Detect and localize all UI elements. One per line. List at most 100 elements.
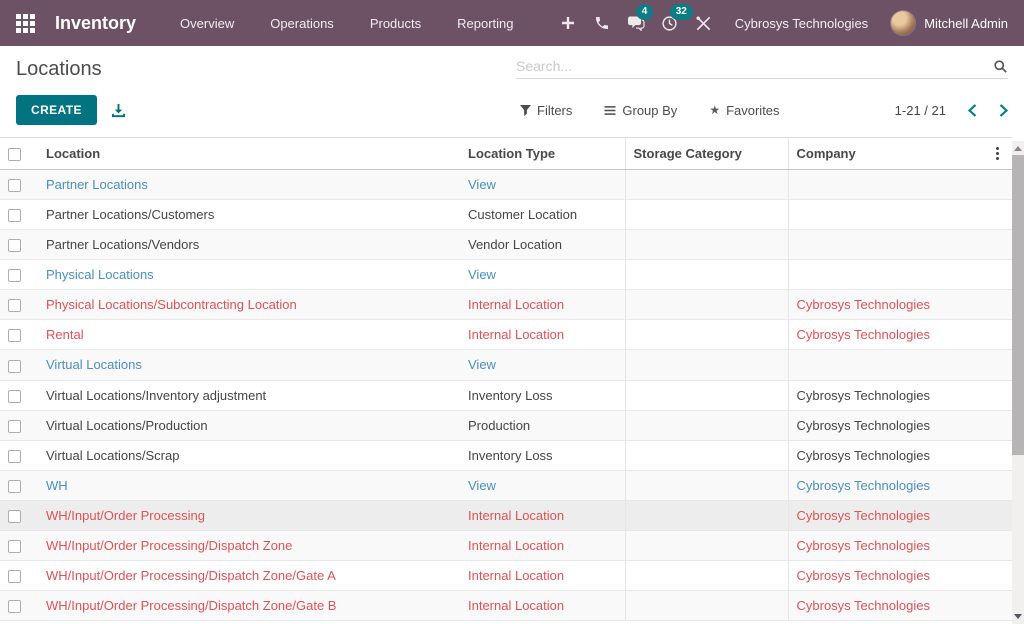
row-checkbox[interactable] bbox=[8, 480, 21, 493]
location-type-cell[interactable]: Inventory Loss bbox=[460, 380, 625, 410]
location-type-cell[interactable]: Internal Location bbox=[460, 290, 625, 320]
storage-category-cell[interactable] bbox=[625, 350, 788, 380]
export-download-icon[interactable] bbox=[111, 103, 126, 118]
table-row[interactable]: Physical Locations/Subcontracting Locati… bbox=[0, 290, 1012, 320]
company-cell[interactable]: Cybrosys Technologies bbox=[788, 530, 982, 560]
location-cell[interactable]: WH/Input/Order Processing/Dispatch Zone/… bbox=[38, 560, 460, 590]
filters-button[interactable]: Filters bbox=[520, 103, 572, 118]
company-cell[interactable] bbox=[788, 230, 982, 260]
table-row[interactable]: Physical Locations View bbox=[0, 260, 1012, 290]
row-checkbox[interactable] bbox=[8, 329, 21, 342]
table-row[interactable]: WH/Input/Order Processing Internal Locat… bbox=[0, 500, 1012, 530]
company-cell[interactable]: Cybrosys Technologies bbox=[788, 560, 982, 590]
location-type-cell[interactable]: View bbox=[460, 170, 625, 200]
row-checkbox[interactable] bbox=[8, 450, 21, 463]
location-cell[interactable]: Rental bbox=[38, 320, 460, 350]
select-all-checkbox[interactable] bbox=[8, 148, 21, 161]
table-row[interactable]: Partner Locations/Vendors Vendor Locatio… bbox=[0, 230, 1012, 260]
storage-category-cell[interactable] bbox=[625, 320, 788, 350]
storage-category-cell[interactable] bbox=[625, 290, 788, 320]
location-type-cell[interactable]: Internal Location bbox=[460, 320, 625, 350]
storage-category-cell[interactable] bbox=[625, 230, 788, 260]
table-row[interactable]: Rental Internal Location Cybrosys Techno… bbox=[0, 320, 1012, 350]
scrollbar-thumb[interactable] bbox=[1012, 155, 1024, 455]
storage-category-cell[interactable] bbox=[625, 170, 788, 200]
company-cell[interactable]: Cybrosys Technologies bbox=[788, 320, 982, 350]
table-row[interactable]: WH/Input/Order Processing/Dispatch Zone/… bbox=[0, 560, 1012, 590]
location-cell[interactable]: Partner Locations/Customers bbox=[38, 200, 460, 230]
search-icon[interactable] bbox=[993, 59, 1008, 74]
location-cell[interactable]: WH/Input/Order Processing/Dispatch Zone/… bbox=[38, 590, 460, 620]
row-checkbox[interactable] bbox=[8, 179, 21, 192]
plus-icon[interactable] bbox=[551, 8, 585, 38]
row-checkbox[interactable] bbox=[8, 239, 21, 252]
search-input[interactable] bbox=[516, 58, 993, 74]
location-type-cell[interactable]: Internal Location bbox=[460, 530, 625, 560]
optional-columns-icon[interactable] bbox=[990, 146, 1004, 161]
vertical-scrollbar[interactable] bbox=[1012, 141, 1024, 624]
group-by-button[interactable]: Group By bbox=[604, 103, 677, 118]
menu-operations[interactable]: Operations bbox=[252, 0, 352, 46]
location-cell[interactable]: Virtual Locations/Production bbox=[38, 410, 460, 440]
header-location[interactable]: Location bbox=[38, 138, 460, 170]
company-cell[interactable]: Cybrosys Technologies bbox=[788, 440, 982, 470]
company-cell[interactable] bbox=[788, 200, 982, 230]
location-type-cell[interactable]: Internal Location bbox=[460, 560, 625, 590]
scrollbar-down-arrow-icon[interactable] bbox=[1012, 610, 1024, 622]
row-checkbox[interactable] bbox=[8, 360, 21, 373]
table-row[interactable]: Partner Locations/Customers Customer Loc… bbox=[0, 200, 1012, 230]
row-checkbox[interactable] bbox=[8, 209, 21, 222]
row-checkbox[interactable] bbox=[8, 570, 21, 583]
location-cell[interactable]: Physical Locations/Subcontracting Locati… bbox=[38, 290, 460, 320]
menu-reporting[interactable]: Reporting bbox=[439, 0, 531, 46]
company-cell[interactable]: Cybrosys Technologies bbox=[788, 380, 982, 410]
header-company[interactable]: Company bbox=[788, 138, 982, 170]
table-row[interactable]: WH View Cybrosys Technologies bbox=[0, 470, 1012, 500]
menu-overview[interactable]: Overview bbox=[162, 0, 252, 46]
location-cell[interactable]: Virtual Locations bbox=[38, 350, 460, 380]
table-row[interactable]: Partner Locations View bbox=[0, 170, 1012, 200]
storage-category-cell[interactable] bbox=[625, 590, 788, 620]
row-checkbox[interactable] bbox=[8, 269, 21, 282]
row-checkbox[interactable] bbox=[8, 540, 21, 553]
row-checkbox[interactable] bbox=[8, 510, 21, 523]
company-cell[interactable]: Cybrosys Technologies bbox=[788, 410, 982, 440]
messages-icon[interactable]: 4 bbox=[619, 8, 653, 38]
company-cell[interactable] bbox=[788, 350, 982, 380]
location-cell[interactable]: Virtual Locations/Inventory adjustment bbox=[38, 380, 460, 410]
apps-grid-icon[interactable] bbox=[16, 14, 35, 33]
favorites-button[interactable]: ★ Favorites bbox=[709, 103, 779, 118]
activities-clock-icon[interactable]: 32 bbox=[653, 8, 687, 38]
company-cell[interactable]: Cybrosys Technologies bbox=[788, 290, 982, 320]
location-cell[interactable]: Physical Locations bbox=[38, 260, 460, 290]
location-type-cell[interactable]: Internal Location bbox=[460, 500, 625, 530]
storage-category-cell[interactable] bbox=[625, 260, 788, 290]
storage-category-cell[interactable] bbox=[625, 530, 788, 560]
location-cell[interactable]: WH/Input/Order Processing bbox=[38, 500, 460, 530]
company-cell[interactable]: Cybrosys Technologies bbox=[788, 470, 982, 500]
location-cell[interactable]: Virtual Locations/Scrap bbox=[38, 440, 460, 470]
create-button[interactable]: CREATE bbox=[16, 95, 97, 125]
tools-icon[interactable] bbox=[687, 8, 721, 38]
table-row[interactable]: WH/Input/Order Processing/Dispatch Zone/… bbox=[0, 590, 1012, 620]
location-type-cell[interactable]: Internal Location bbox=[460, 590, 625, 620]
location-type-cell[interactable]: Production bbox=[460, 410, 625, 440]
pager-next-icon[interactable] bbox=[999, 104, 1008, 117]
location-type-cell[interactable]: View bbox=[460, 350, 625, 380]
storage-category-cell[interactable] bbox=[625, 440, 788, 470]
storage-category-cell[interactable] bbox=[625, 380, 788, 410]
storage-category-cell[interactable] bbox=[625, 560, 788, 590]
location-cell[interactable]: Partner Locations/Vendors bbox=[38, 230, 460, 260]
row-checkbox[interactable] bbox=[8, 390, 21, 403]
storage-category-cell[interactable] bbox=[625, 410, 788, 440]
scrollbar-up-arrow-icon[interactable] bbox=[1012, 141, 1024, 155]
location-cell[interactable]: WH bbox=[38, 470, 460, 500]
location-type-cell[interactable]: View bbox=[460, 470, 625, 500]
company-cell[interactable] bbox=[788, 170, 982, 200]
location-type-cell[interactable]: Customer Location bbox=[460, 200, 625, 230]
table-row[interactable]: Virtual Locations/Production Production … bbox=[0, 410, 1012, 440]
row-checkbox[interactable] bbox=[8, 420, 21, 433]
storage-category-cell[interactable] bbox=[625, 470, 788, 500]
company-name[interactable]: Cybrosys Technologies bbox=[735, 16, 868, 31]
location-cell[interactable]: Partner Locations bbox=[38, 170, 460, 200]
